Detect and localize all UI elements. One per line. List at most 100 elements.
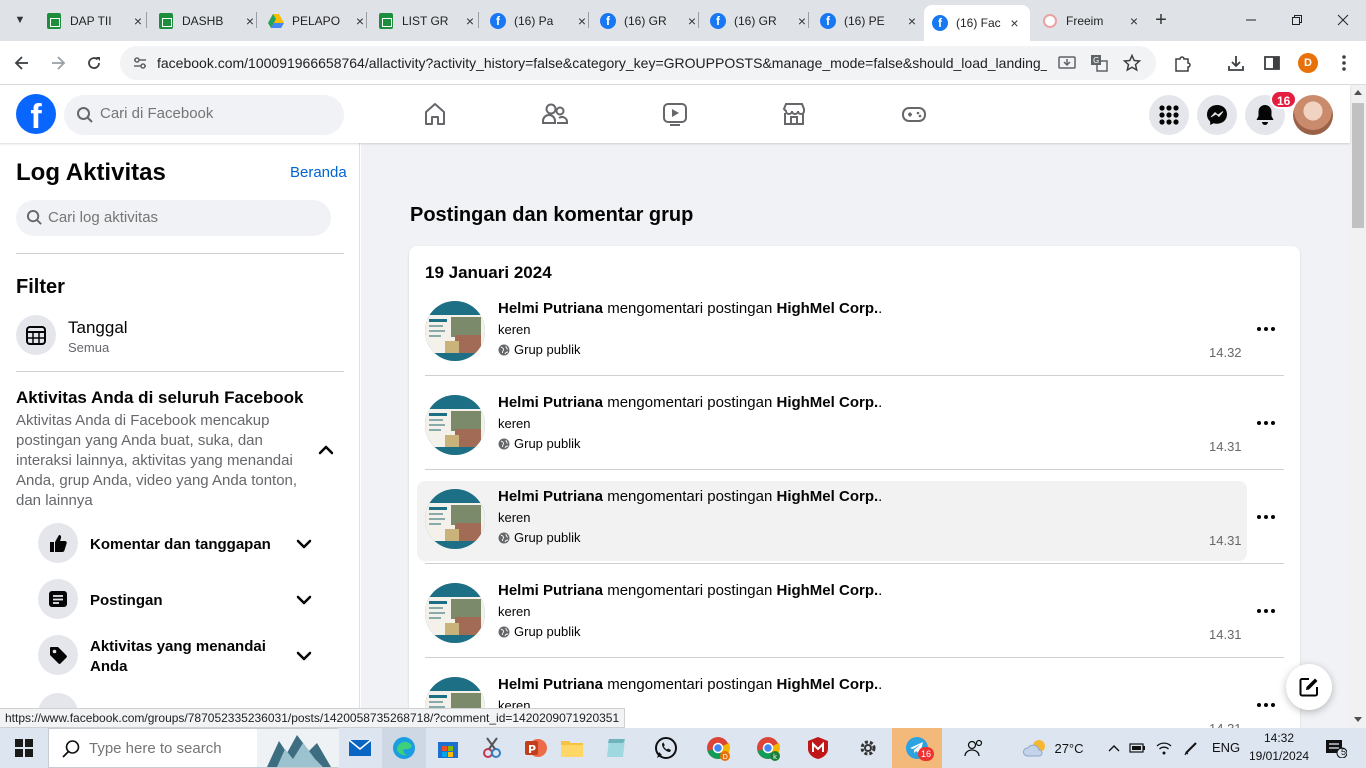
close-icon[interactable]: × [130, 13, 146, 29]
date-filter[interactable]: Tanggal Semua [16, 315, 344, 357]
chrome-menu-icon[interactable] [1334, 53, 1354, 73]
home-link[interactable]: Beranda [290, 164, 347, 181]
activity-entry[interactable]: Helmi Putriana mengomentari postingan Hi… [417, 387, 1247, 467]
more-options-button[interactable] [1254, 599, 1278, 623]
entry-target[interactable]: HighMel Corp. [776, 300, 878, 317]
clock-date[interactable]: 19/01/2024 [1249, 749, 1309, 763]
close-icon[interactable]: × [462, 13, 478, 29]
profile-avatar[interactable]: D [1298, 53, 1318, 73]
more-options-button[interactable] [1254, 505, 1278, 529]
side-panel-icon[interactable] [1262, 53, 1282, 73]
browser-tab[interactable]: f (16) Pa × [482, 6, 598, 35]
taskbar-search[interactable] [48, 728, 339, 768]
people-app[interactable] [952, 728, 996, 768]
wifi-tray[interactable] [1152, 728, 1176, 768]
edge-app[interactable] [382, 728, 426, 768]
category-comments-reactions[interactable]: Komentar dan tanggapan [38, 523, 328, 565]
minimize-button[interactable] [1228, 0, 1274, 40]
file-explorer-app[interactable] [550, 728, 594, 768]
facebook-search-input[interactable] [100, 105, 330, 122]
entry-actor[interactable]: Helmi Putriana [498, 676, 603, 693]
activity-entry[interactable]: Helmi Putriana mengomentari postingan Hi… [417, 575, 1247, 655]
svg-text:P: P [528, 743, 536, 756]
chevron-up-icon[interactable] [316, 440, 336, 460]
more-options-button[interactable] [1254, 411, 1278, 435]
browser-tab[interactable]: PELAPO × [260, 6, 376, 35]
close-icon[interactable]: × [1007, 15, 1022, 31]
notification-center[interactable]: 5 [1316, 728, 1356, 768]
mail-app[interactable] [338, 728, 382, 768]
forward-button[interactable] [44, 49, 72, 77]
language-indicator[interactable]: ENG [1212, 740, 1240, 755]
chrome-app-profile-k[interactable]: k [746, 728, 790, 768]
extensions-icon[interactable] [1172, 53, 1192, 73]
mcafee-app[interactable] [796, 728, 840, 768]
back-button[interactable] [8, 49, 36, 77]
close-window-button[interactable] [1320, 0, 1366, 40]
activity-log-search-input[interactable] [48, 209, 318, 226]
translate-icon[interactable]: G [1089, 53, 1109, 73]
install-app-icon[interactable] [1057, 53, 1077, 73]
browser-tab[interactable]: DASHB × [150, 6, 266, 35]
restore-button[interactable] [1274, 0, 1320, 40]
category-tagged-activity[interactable]: Aktivitas yang menandai Anda [38, 635, 328, 677]
entry-actor[interactable]: Helmi Putriana [498, 300, 603, 317]
entry-target[interactable]: HighMel Corp. [776, 488, 878, 505]
entry-actor[interactable]: Helmi Putriana [498, 488, 603, 505]
nav-friends[interactable] [499, 93, 611, 135]
nav-home[interactable] [379, 93, 491, 135]
account-avatar[interactable] [1293, 95, 1333, 135]
activity-log-search[interactable] [16, 200, 331, 236]
chrome-app[interactable]: D [696, 728, 740, 768]
new-tab-button[interactable]: + [1150, 9, 1172, 31]
compose-button[interactable] [1286, 664, 1332, 710]
entry-target[interactable]: HighMel Corp. [776, 582, 878, 599]
entry-target[interactable]: HighMel Corp. [776, 394, 878, 411]
clock-time[interactable]: 14:32 [1264, 731, 1294, 745]
activity-entry[interactable]: Helmi Putriana mengomentari postingan Hi… [417, 481, 1247, 561]
entry-actor[interactable]: Helmi Putriana [498, 394, 603, 411]
close-icon[interactable]: × [1126, 13, 1142, 29]
notes-app[interactable] [594, 728, 638, 768]
scrollbar-thumb[interactable] [1352, 103, 1364, 228]
nav-gaming[interactable] [858, 93, 970, 135]
activity-entry[interactable]: Helmi Putriana mengomentari postingan Hi… [417, 293, 1247, 373]
entry-actor[interactable]: Helmi Putriana [498, 582, 603, 599]
site-info-icon[interactable] [130, 53, 150, 73]
pen-tray[interactable] [1178, 728, 1204, 768]
weather-widget[interactable]: 27°C [1018, 728, 1088, 768]
download-icon[interactable] [1226, 53, 1246, 73]
reload-button[interactable] [80, 49, 108, 77]
browser-tab-active[interactable]: f (16) Fac × [924, 5, 1030, 41]
close-icon[interactable]: × [904, 13, 920, 29]
nav-video[interactable] [619, 93, 731, 135]
more-options-button[interactable] [1254, 317, 1278, 341]
whatsapp-app[interactable] [644, 728, 688, 768]
bookmark-star-icon[interactable] [1122, 53, 1142, 73]
nav-marketplace[interactable] [738, 93, 850, 135]
entry-target[interactable]: HighMel Corp. [776, 676, 878, 693]
battery-tray[interactable] [1126, 728, 1150, 768]
start-button[interactable] [0, 728, 48, 768]
telegram-app[interactable]: 16 [892, 728, 942, 768]
category-posts[interactable]: Postingan [38, 579, 328, 621]
browser-tab[interactable]: f (16) GR × [702, 6, 818, 35]
store-app[interactable] [426, 728, 470, 768]
menu-button[interactable] [1149, 95, 1189, 135]
page-scrollbar[interactable] [1350, 85, 1366, 728]
more-options-button[interactable] [1254, 693, 1278, 717]
messenger-button[interactable] [1197, 95, 1237, 135]
browser-tab[interactable]: DAP TII × [38, 6, 154, 35]
settings-app[interactable] [846, 728, 890, 768]
address-bar[interactable]: facebook.com/100091966658764/allactivity… [120, 46, 1156, 80]
facebook-logo[interactable]: f [16, 94, 56, 134]
taskbar-search-input[interactable] [89, 740, 239, 757]
snipping-app[interactable] [470, 728, 514, 768]
browser-tab[interactable]: Freeim × [1034, 6, 1150, 35]
tab-search-button[interactable]: ▼ [8, 8, 32, 32]
browser-tab[interactable]: LIST GR × [370, 6, 486, 35]
facebook-search[interactable] [64, 95, 344, 135]
show-hidden-icons[interactable] [1102, 728, 1126, 768]
browser-tab[interactable]: f (16) GR × [592, 6, 708, 35]
browser-tab[interactable]: f (16) PE × [812, 6, 928, 35]
